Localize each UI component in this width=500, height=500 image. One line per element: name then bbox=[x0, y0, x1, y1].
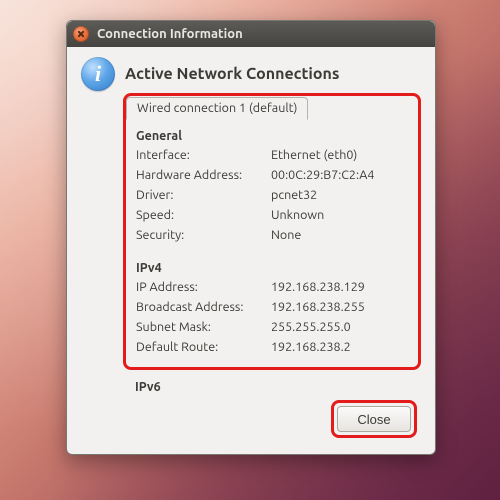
row-security: Security: None bbox=[136, 225, 408, 245]
close-button[interactable]: Close bbox=[337, 406, 411, 432]
value-driver: pcnet32 bbox=[271, 185, 408, 205]
annotation-highlight: Wired connection 1 (default) General Int… bbox=[123, 93, 421, 370]
row-mask: Subnet Mask: 255.255.255.0 bbox=[136, 317, 408, 337]
dialog-content: i Active Network Connections Wired conne… bbox=[67, 47, 435, 454]
tab-area: Wired connection 1 (default) General Int… bbox=[123, 93, 421, 370]
row-route: Default Route: 192.168.238.2 bbox=[136, 337, 408, 357]
value-mask: 255.255.255.0 bbox=[271, 317, 408, 337]
info-icon: i bbox=[81, 57, 115, 91]
titlebar[interactable]: Connection Information bbox=[67, 21, 435, 47]
label-speed: Speed: bbox=[136, 205, 271, 225]
tab-wired-connection[interactable]: Wired connection 1 (default) bbox=[126, 97, 308, 120]
desktop-wallpaper: Connection Information i Active Network … bbox=[0, 0, 500, 500]
annotation-highlight-close: Close bbox=[331, 400, 417, 438]
label-route: Default Route: bbox=[136, 337, 271, 357]
connection-info-dialog: Connection Information i Active Network … bbox=[66, 20, 436, 455]
section-general-heading: General bbox=[136, 129, 408, 143]
tab-page: General Interface: Ethernet (eth0) Hardw… bbox=[126, 119, 418, 365]
label-security: Security: bbox=[136, 225, 271, 245]
value-speed: Unknown bbox=[271, 205, 408, 225]
row-bcast: Broadcast Address: 192.168.238.255 bbox=[136, 297, 408, 317]
value-interface: Ethernet (eth0) bbox=[271, 145, 408, 165]
label-driver: Driver: bbox=[136, 185, 271, 205]
tab-strip: Wired connection 1 (default) bbox=[126, 96, 418, 119]
section-ipv6-heading: IPv6 bbox=[135, 380, 421, 394]
label-bcast: Broadcast Address: bbox=[136, 297, 271, 317]
row-driver: Driver: pcnet32 bbox=[136, 185, 408, 205]
dialog-title: Active Network Connections bbox=[125, 65, 339, 83]
close-icon[interactable] bbox=[73, 26, 89, 42]
section-ipv4-heading: IPv4 bbox=[136, 261, 408, 275]
value-route: 192.168.238.2 bbox=[271, 337, 408, 357]
row-speed: Speed: Unknown bbox=[136, 205, 408, 225]
label-ip: IP Address: bbox=[136, 277, 271, 297]
dialog-header: i Active Network Connections bbox=[81, 57, 421, 91]
row-ip: IP Address: 192.168.238.129 bbox=[136, 277, 408, 297]
value-security: None bbox=[271, 225, 408, 245]
row-interface: Interface: Ethernet (eth0) bbox=[136, 145, 408, 165]
label-hwaddr: Hardware Address: bbox=[136, 165, 271, 185]
value-hwaddr: 00:0C:29:B7:C2:A4 bbox=[271, 165, 408, 185]
close-button-label: Close bbox=[357, 412, 390, 427]
label-mask: Subnet Mask: bbox=[136, 317, 271, 337]
button-row: Close bbox=[81, 400, 421, 440]
tab-label: Wired connection 1 (default) bbox=[137, 101, 297, 115]
label-interface: Interface: bbox=[136, 145, 271, 165]
value-ip: 192.168.238.129 bbox=[271, 277, 408, 297]
row-hwaddr: Hardware Address: 00:0C:29:B7:C2:A4 bbox=[136, 165, 408, 185]
window-title: Connection Information bbox=[97, 27, 243, 41]
value-bcast: 192.168.238.255 bbox=[271, 297, 408, 317]
